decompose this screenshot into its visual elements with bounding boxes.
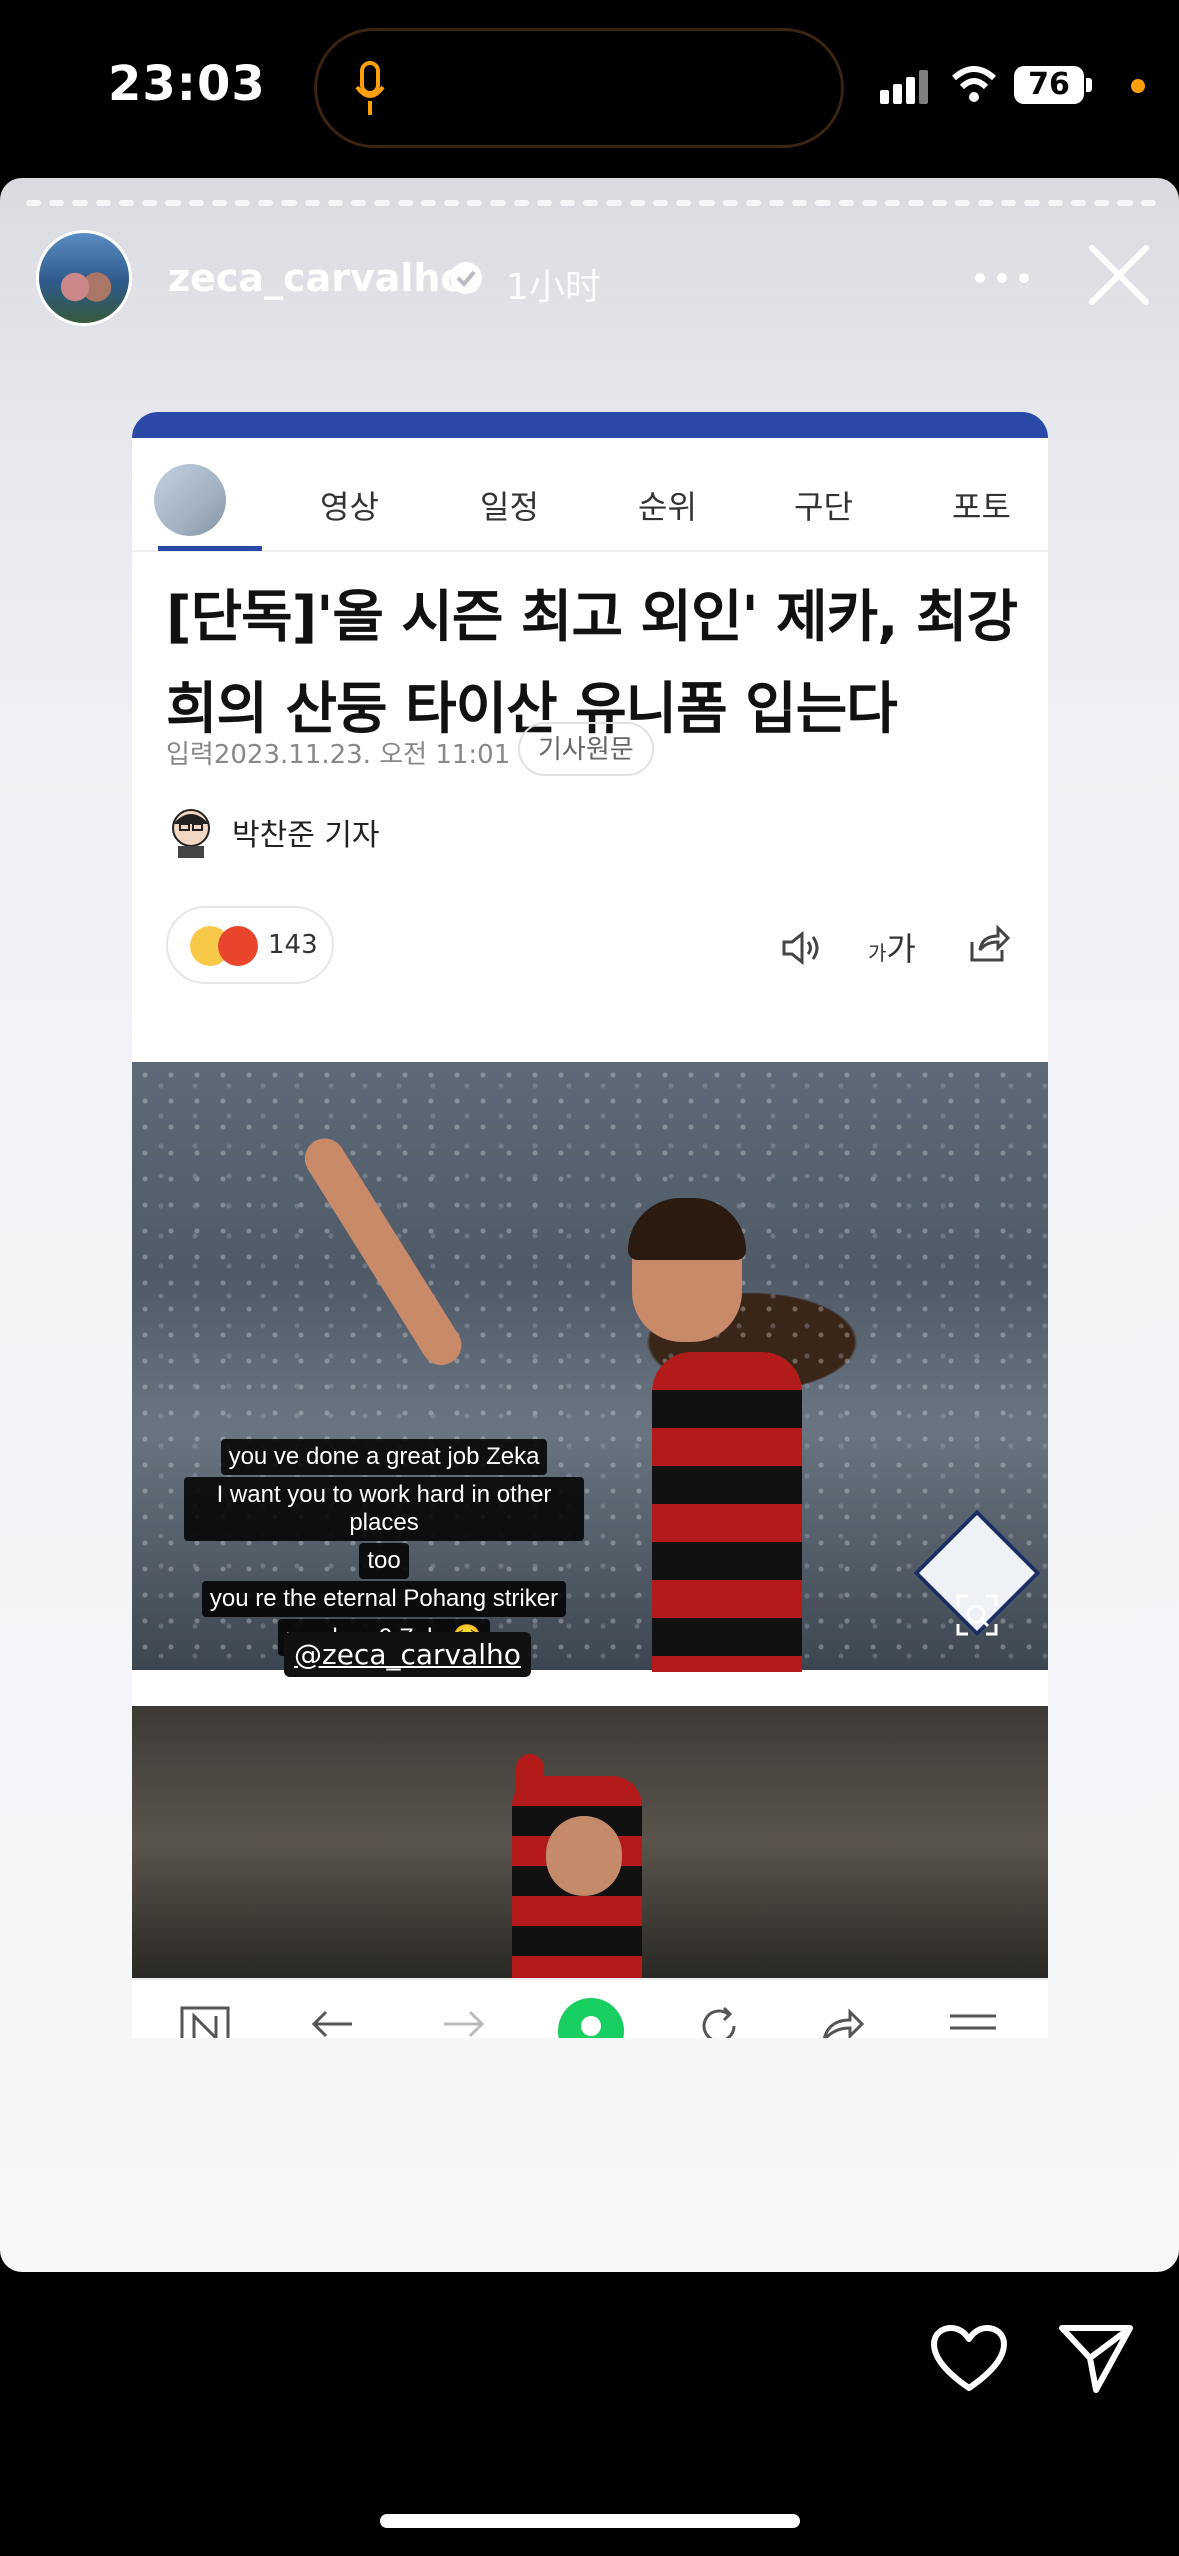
article-date: 입력2023.11.23. 오전 11:01 <box>166 740 511 770</box>
story-text-overlay: you ve done a great job Zeka I want you … <box>184 1438 584 1657</box>
overlay-line-3: too <box>359 1543 409 1579</box>
battery-indicator: 76 <box>1014 66 1084 104</box>
browser-toolbar <box>132 1978 1048 2038</box>
refresh-icon <box>702 2006 736 2038</box>
overlay-line-2: I want you to work hard in other places <box>184 1477 584 1541</box>
close-icon[interactable] <box>1086 242 1152 308</box>
forward-arrow-icon <box>444 2010 485 2038</box>
tab-photo: 포토 <box>952 488 1011 526</box>
share-icon <box>970 924 1010 962</box>
tab-active-indicator <box>158 546 262 551</box>
story-progress-bar <box>26 200 1156 206</box>
tab-video: 영상 <box>320 488 379 526</box>
reporter-name: 박찬준 기자 <box>232 818 380 853</box>
more-icon[interactable] <box>972 272 1032 284</box>
reaction-pill: 143 <box>166 906 334 984</box>
mic-icon <box>355 61 385 115</box>
mention-sticker[interactable]: @zeca_carvalho <box>284 1632 531 1677</box>
original-article-button: 기사원문 <box>518 722 654 776</box>
share-arrow-icon <box>822 2008 865 2038</box>
zoom-icon <box>956 1594 998 1636</box>
font-size-icon: 가가 <box>868 930 916 968</box>
angry-emoji-icon <box>218 926 258 966</box>
speaker-icon <box>782 930 819 966</box>
story-viewer[interactable]: zeca_carvalho 1小时 w_h 10p 영상 일정 순위 구단 포토… <box>0 178 1179 2272</box>
story-time-ago: 1小时 <box>506 267 601 308</box>
status-bar: 23:03 76 <box>0 0 1179 170</box>
overlay-line-1: you ve done a great job Zeka <box>220 1439 548 1475</box>
reaction-count: 143 <box>268 930 318 960</box>
story-username[interactable]: zeca_carvalho <box>168 256 467 300</box>
back-arrow-icon <box>311 2010 352 2038</box>
story-avatar[interactable] <box>36 230 132 326</box>
tab-schedule: 일정 <box>480 488 539 526</box>
overlay-user-avatar <box>154 464 226 536</box>
dynamic-island <box>314 28 844 148</box>
green-dot-icon <box>558 1998 624 2038</box>
wifi-icon <box>952 66 996 102</box>
tab-club: 구단 <box>794 488 853 526</box>
tab-ranking: 순위 <box>638 488 697 526</box>
cellular-signal-icon <box>880 70 932 104</box>
mic-in-use-dot <box>1131 79 1145 93</box>
article-tabs: w_h 10p 영상 일정 순위 구단 포토 <box>132 442 1048 552</box>
menu-icon <box>950 2014 996 2030</box>
reporter-avatar-icon <box>172 809 210 858</box>
article-photo-secondary <box>132 1706 1048 1978</box>
naver-home-icon <box>180 2006 230 2038</box>
status-time: 23:03 <box>108 56 266 112</box>
battery-tip <box>1086 78 1092 92</box>
overlay-line-4: you re the eternal Pohang striker <box>201 1581 567 1617</box>
verified-badge-icon <box>450 262 482 294</box>
send-icon[interactable] <box>1058 2322 1134 2394</box>
heart-icon[interactable] <box>930 2324 1008 2394</box>
home-indicator[interactable] <box>380 2514 800 2528</box>
article-screenshot: w_h 10p 영상 일정 순위 구단 포토 [단독]'올 시즌 최고 외인' … <box>132 412 1048 2038</box>
